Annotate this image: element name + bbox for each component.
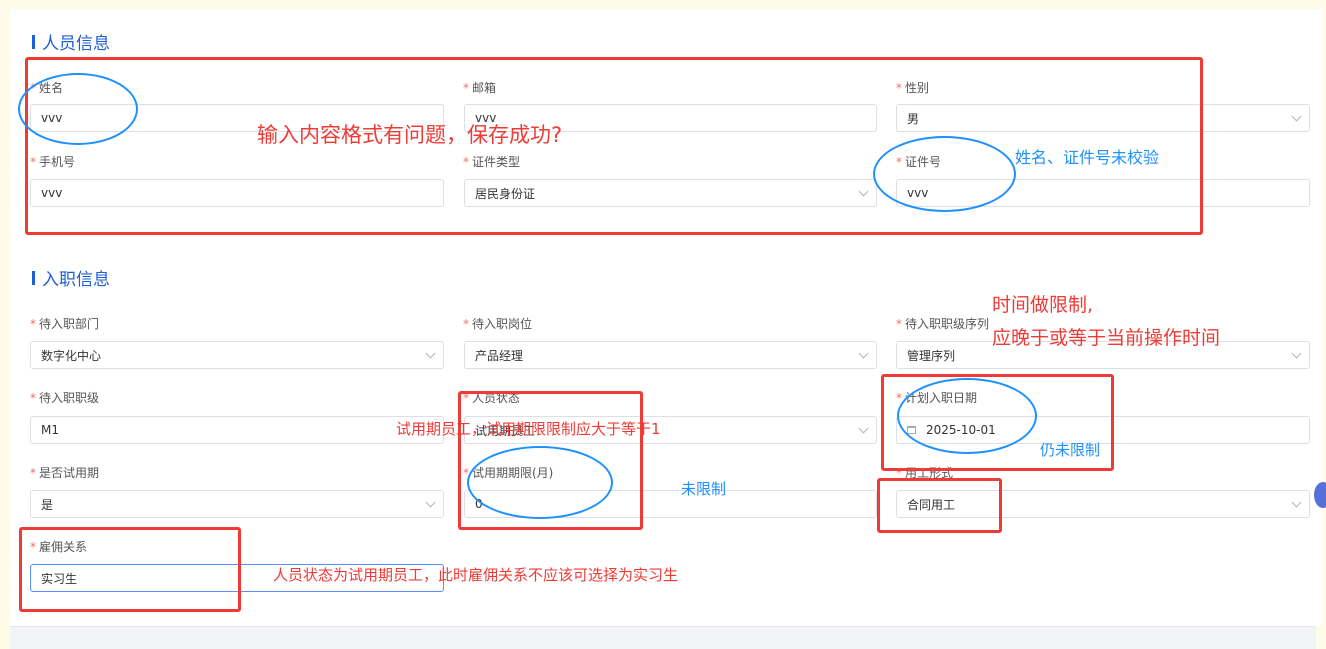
section-title-onboarding: 入职信息	[32, 265, 110, 290]
section-title-text: 人员信息	[42, 34, 110, 54]
section-bar-icon	[32, 270, 35, 285]
annotation-probation-limit: 试用期员工，试用期限限制应大于等于1	[396, 420, 661, 438]
department-select[interactable]: 数字化中心	[30, 341, 444, 369]
chevron-down-icon	[1291, 497, 1302, 508]
chevron-down-icon	[858, 423, 869, 434]
has-probation-select[interactable]: 是	[30, 490, 444, 518]
annotation-box-employment-form	[877, 478, 1002, 533]
annotation-still-not-limited: 仍未限制	[1040, 441, 1101, 459]
label-has-probation: * 是否试用期	[30, 466, 100, 480]
section-title-personnel: 人员信息	[32, 29, 110, 54]
annotation-time-limit-1: 时间做限制,	[992, 294, 1094, 316]
assistant-float-icon[interactable]	[1314, 482, 1326, 508]
annotation-ellipse-probation-months	[467, 446, 613, 519]
annotation-ellipse-planned-date	[897, 378, 1037, 454]
annotation-ellipse-name	[18, 73, 138, 145]
annotation-box-employment-relation	[19, 527, 241, 612]
chevron-down-icon	[425, 497, 436, 508]
annotation-relation-issue: 人员状态为试用期员工，此时雇佣关系不应该可选择为实习生	[273, 566, 679, 584]
position-select[interactable]: 产品经理	[464, 341, 877, 369]
section-bar-icon	[32, 34, 35, 49]
annotation-not-validated: 姓名、证件号未校验	[1015, 148, 1160, 167]
grade-select[interactable]: M1	[30, 416, 444, 444]
annotation-time-limit-2: 应晚于或等于当前操作时间	[992, 327, 1221, 349]
annotation-box-personnel	[25, 57, 1203, 235]
chevron-down-icon	[425, 348, 436, 359]
annotation-format-issue: 输入内容格式有问题，保存成功?	[257, 123, 563, 147]
chevron-down-icon	[858, 348, 869, 359]
chevron-down-icon	[1291, 111, 1302, 122]
label-department: * 待入职部门	[30, 317, 100, 331]
annotation-ellipse-id-number	[873, 136, 1016, 212]
annotation-not-limited: 未限制	[681, 480, 727, 498]
footer-bar	[10, 626, 1316, 649]
label-grade-sequence: * 待入职职级序列	[896, 317, 990, 331]
label-position: * 待入职岗位	[463, 317, 533, 331]
label-grade: * 待入职职级	[30, 391, 100, 405]
chevron-down-icon	[1291, 348, 1302, 359]
section-title-text: 入职信息	[42, 270, 110, 290]
